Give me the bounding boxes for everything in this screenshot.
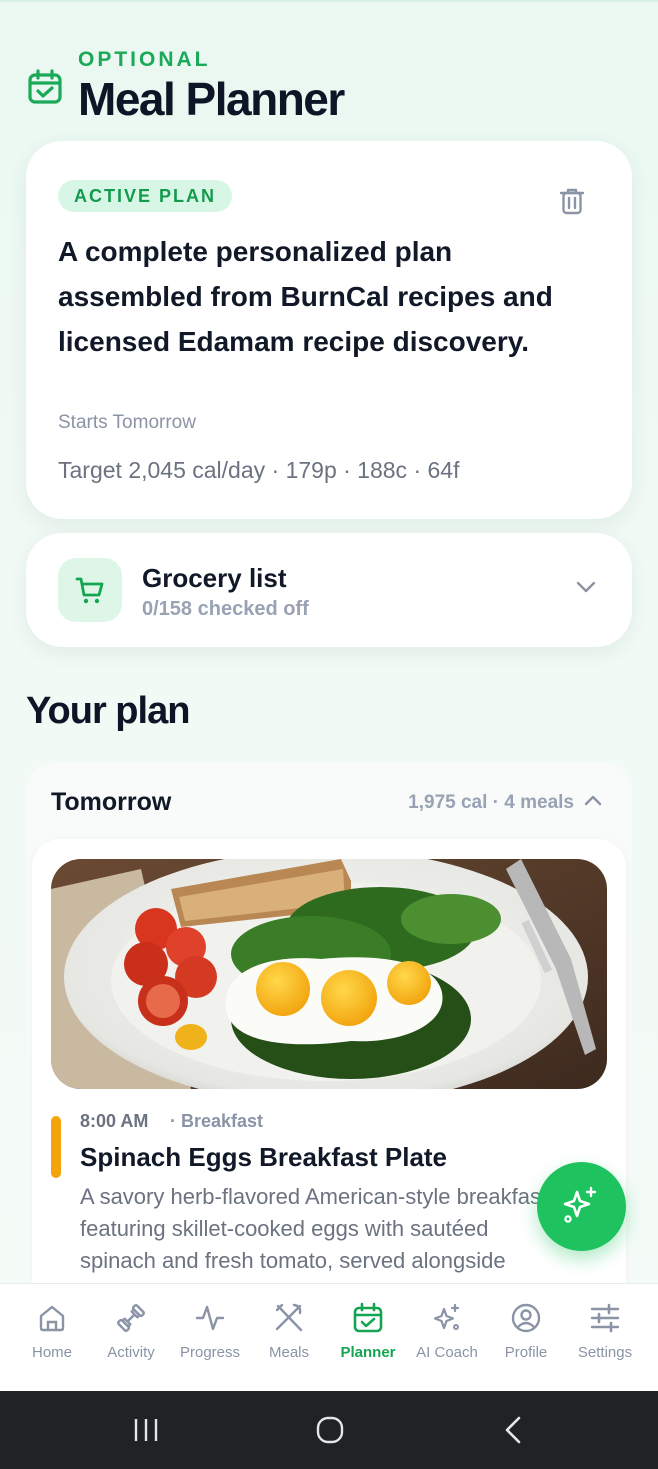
trash-icon[interactable]: [559, 187, 585, 215]
nav-item-home[interactable]: Home: [12, 1284, 92, 1392]
recents-icon[interactable]: [132, 1417, 160, 1443]
nav-item-planner[interactable]: Planner: [328, 1284, 408, 1392]
nav-label-settings: Settings: [577, 1344, 633, 1361]
nav-label-meals: Meals: [268, 1344, 309, 1361]
nav-item-meals[interactable]: Meals: [249, 1284, 329, 1392]
page-title: Meal Planner: [78, 73, 345, 125]
home-button-icon[interactable]: [316, 1416, 344, 1444]
sparkles-icon: [433, 1303, 460, 1330]
cart-icon-box: [58, 558, 122, 622]
meal-title: Spinach Eggs Breakfast Plate: [80, 1142, 448, 1172]
meal-photo-illustration: [51, 859, 607, 1089]
meal-card[interactable]: 8:00 AM · Breakfast Spinach Eggs Breakfa…: [32, 839, 626, 1299]
cart-icon: [75, 577, 104, 604]
active-plan-card: ACTIVE PLAN A complete personalized plan…: [26, 141, 632, 519]
grocery-list-card[interactable]: Grocery list 0/158 checked off: [26, 533, 632, 647]
back-icon[interactable]: [503, 1416, 523, 1444]
nav-item-settings[interactable]: Settings: [565, 1284, 645, 1392]
calendar-check-icon: [28, 69, 62, 104]
nav-item-ai-coach[interactable]: AI Coach: [407, 1284, 487, 1392]
nav-label-profile: Profile: [504, 1344, 548, 1361]
nav-item-activity[interactable]: Activity: [91, 1284, 171, 1392]
chevron-up-icon[interactable]: [584, 794, 602, 806]
day-label: Tomorrow: [51, 788, 172, 816]
chevron-down-icon[interactable]: [576, 581, 596, 593]
plan-target-macros: Target 2,045 cal/day · 179p · 188c · 64f: [58, 457, 460, 483]
plan-description: A complete personalized plan assembled f…: [58, 236, 553, 357]
ai-sparkle-button[interactable]: [537, 1162, 626, 1251]
nav-label-home: Home: [31, 1344, 72, 1361]
dumbbell-icon: [116, 1303, 146, 1333]
utensils-icon: [275, 1303, 303, 1332]
nav-item-profile[interactable]: Profile: [486, 1284, 566, 1392]
top-edge: [0, 0, 658, 2]
home-icon: [39, 1305, 65, 1332]
meal-time: 8:00 AM: [80, 1111, 149, 1131]
grocery-list-title: Grocery list: [142, 563, 287, 593]
active-plan-badge: ACTIVE PLAN: [58, 180, 233, 212]
day-summary: 1,975 cal · 4 meals: [408, 792, 574, 813]
nav-label-planner: Planner: [340, 1344, 396, 1361]
nav-label-activity: Activity: [107, 1344, 155, 1361]
your-plan-heading: Your plan: [26, 690, 190, 732]
sparkles-icon: [563, 1186, 597, 1223]
system-nav-bar: [0, 1391, 658, 1469]
user-circle-icon: [511, 1303, 541, 1333]
sliders-icon: [590, 1303, 620, 1333]
meal-accent-bar: [51, 1116, 61, 1178]
activity-line-icon: [195, 1305, 225, 1331]
page-eyebrow: OPTIONAL: [78, 48, 211, 71]
bottom-nav: Home Activity Progress Meals Planner AI …: [0, 1283, 658, 1391]
grocery-list-progress: 0/158 checked off: [142, 598, 309, 620]
nav-label-progress: Progress: [179, 1344, 241, 1361]
meal-photo: [51, 859, 607, 1089]
calendar-check-icon: [353, 1302, 383, 1333]
meal-description: A savory herb-flavored American-style br…: [80, 1184, 548, 1273]
plan-start-date: Starts Tomorrow: [58, 412, 196, 433]
nav-item-progress[interactable]: Progress: [170, 1284, 250, 1392]
meal-type: · Breakfast: [170, 1111, 264, 1131]
nav-label-ai-coach: AI Coach: [416, 1344, 478, 1361]
